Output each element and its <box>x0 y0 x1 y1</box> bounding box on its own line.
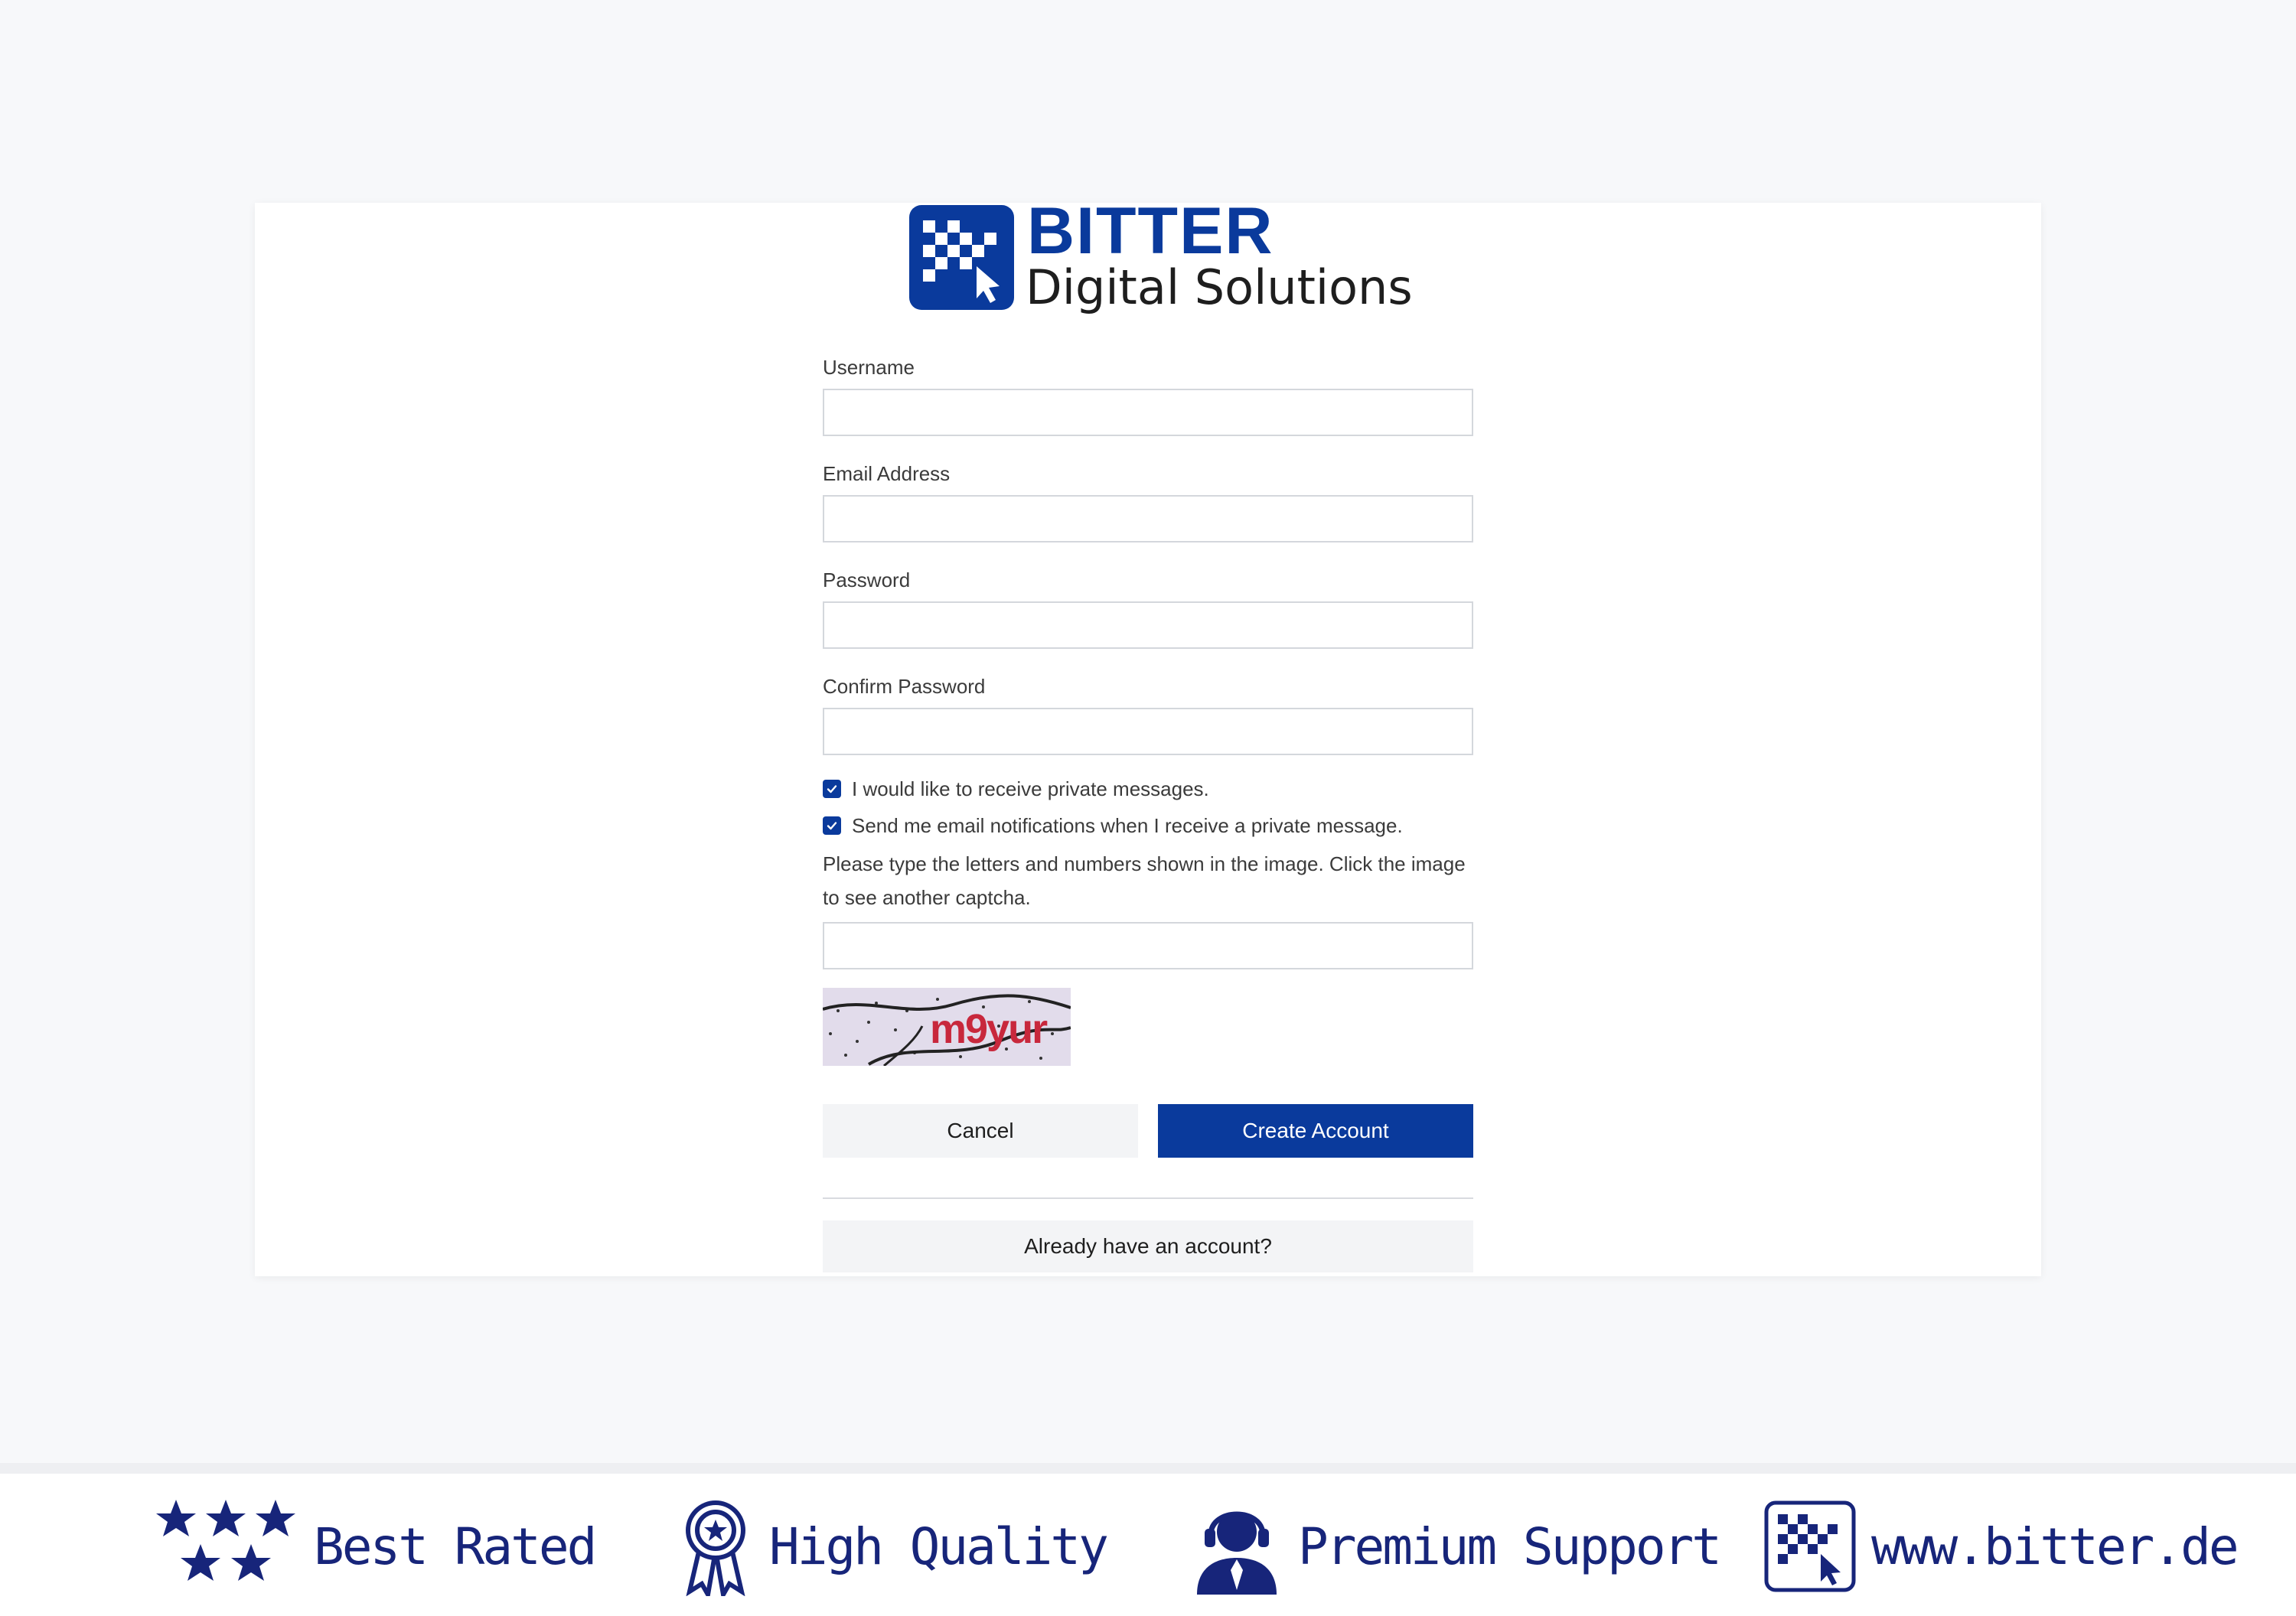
password-field-group: Password <box>823 569 1473 649</box>
badge-premium-support-label: Premium Support <box>1298 1517 1722 1576</box>
footer-badges: Best Rated High Quality Premium Support <box>0 1463 2296 1616</box>
brand-tagline: Digital Solutions <box>1026 259 1413 315</box>
captcha-input[interactable] <box>823 922 1473 969</box>
confirm-password-input[interactable] <box>823 708 1473 755</box>
support-agent-icon <box>1197 1511 1277 1595</box>
bitter-logo-icon <box>909 205 1014 310</box>
private-messages-label: I would like to receive private messages… <box>852 777 1209 800</box>
brand-logo[interactable]: BITTER Digital Solutions <box>909 198 1430 318</box>
email-label: Email Address <box>823 462 951 485</box>
create-account-button[interactable]: Create Account <box>1158 1104 1473 1158</box>
stars-icon <box>156 1500 295 1581</box>
bitter-logo-icon <box>1764 1500 1856 1592</box>
badge-high-quality-label: High Quality <box>769 1517 1109 1576</box>
username-label: Username <box>823 356 915 379</box>
badge-best-rated: Best Rated <box>153 1497 597 1596</box>
checkmark-icon <box>827 822 837 830</box>
email-field-group: Email Address <box>823 462 1473 542</box>
username-input[interactable] <box>823 389 1473 436</box>
password-input[interactable] <box>823 601 1473 649</box>
username-field-group: Username <box>823 356 1473 436</box>
private-messages-checkbox[interactable] <box>823 780 841 798</box>
badge-website-label[interactable]: www.bitter.de <box>1871 1517 2239 1576</box>
badge-website[interactable]: www.bitter.de <box>1764 1497 2239 1596</box>
cancel-button[interactable]: Cancel <box>823 1104 1138 1158</box>
registration-card: BITTER Digital Solutions Username Email … <box>255 198 2041 1276</box>
confirm-password-field-group: Confirm Password <box>823 675 1473 755</box>
checkmark-icon <box>827 785 837 793</box>
badge-high-quality: High Quality <box>677 1497 1109 1596</box>
email-notifications-label: Send me email notifications when I recei… <box>852 813 1403 837</box>
password-label: Password <box>823 569 911 591</box>
confirm-password-label: Confirm Password <box>823 675 986 698</box>
email-notifications-checkbox[interactable] <box>823 816 841 835</box>
captcha-hint: Please type the letters and numbers show… <box>823 852 1466 909</box>
email-notifications-option[interactable]: Send me email notifications when I recei… <box>823 807 1473 844</box>
email-input[interactable] <box>823 495 1473 542</box>
login-link-button[interactable]: Already have an account? <box>823 1220 1473 1272</box>
private-messages-option[interactable]: I would like to receive private messages… <box>823 771 1473 807</box>
badge-best-rated-label: Best Rated <box>314 1517 597 1576</box>
registration-form: Username Email Address Password Confirm … <box>823 356 1473 1272</box>
form-divider <box>823 1197 1473 1199</box>
form-actions: Cancel Create Account <box>823 1104 1473 1158</box>
captcha-image[interactable]: m9yur <box>823 988 1071 1066</box>
badge-premium-support: Premium Support <box>1191 1497 1722 1596</box>
captcha-text: m9yur <box>930 1006 1048 1052</box>
award-ribbon-icon <box>686 1500 745 1596</box>
brand-name: BITTER <box>1027 194 1274 268</box>
